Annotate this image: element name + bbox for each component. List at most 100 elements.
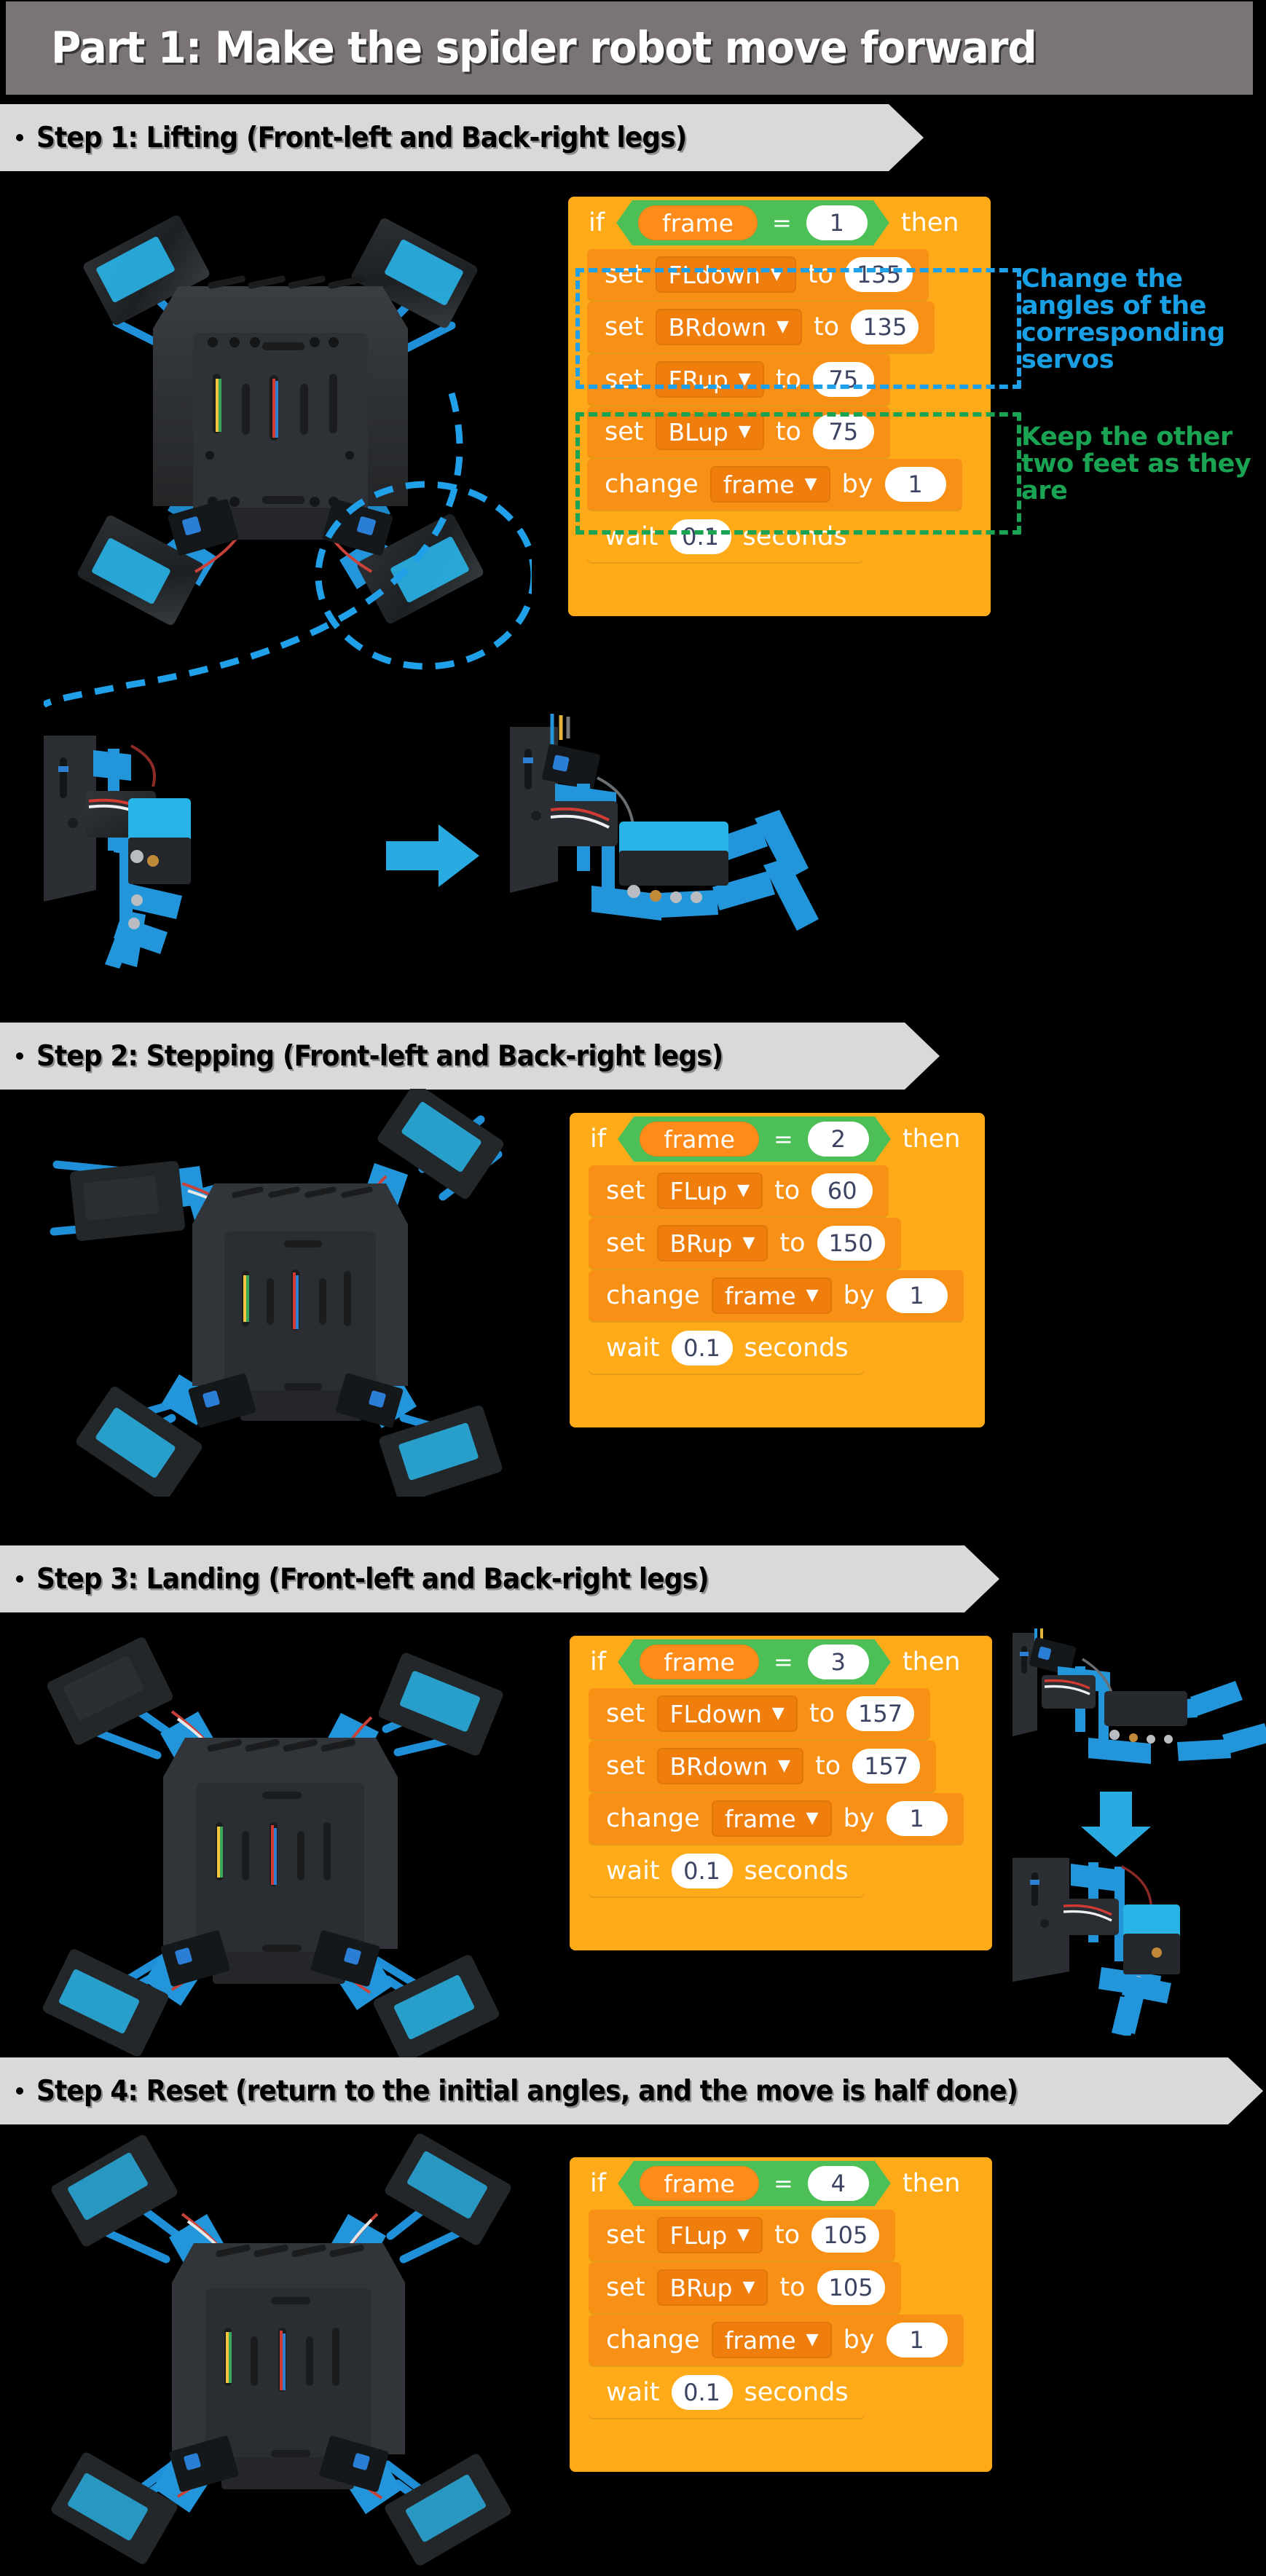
set-block-brup[interactable]: set BRup ▼ to 150 <box>589 1218 901 1269</box>
if-block-1[interactable]: if frame = 1 then set FLdown ▼ to 135 se… <box>568 197 991 616</box>
wait-block[interactable]: wait 0.1 seconds <box>589 1846 865 1896</box>
chevron-down-icon: ▼ <box>778 1757 791 1775</box>
if-block-2-footer <box>570 1375 985 1427</box>
if-block-1-footer <box>568 564 991 616</box>
servo-name: FLdown <box>669 1699 762 1728</box>
equals-operator-3[interactable]: frame = 3 <box>618 1639 891 1685</box>
photo-spider-top-landing <box>22 1631 532 2068</box>
by-keyword: by <box>843 2325 875 2355</box>
to-keyword: to <box>774 1176 801 1205</box>
servo-dropdown-fldown[interactable]: FLdown ▼ <box>656 1695 798 1732</box>
variable-frame[interactable]: frame <box>640 1645 759 1679</box>
set-block-flup[interactable]: set FLup ▼ to 105 <box>589 2210 896 2261</box>
servo-name: BRup <box>669 2273 733 2302</box>
change-block-frame[interactable]: change frame ▼ by 1 <box>589 1270 964 1321</box>
change-block-frame[interactable]: change frame ▼ by 1 <box>589 1793 964 1844</box>
then-keyword: then <box>902 1124 961 1154</box>
seconds-label: seconds <box>744 1856 849 1886</box>
photo-leg-closeup-before <box>44 728 357 969</box>
step-banner-2: Step 2: Stepping (Front-left and Back-ri… <box>0 1023 940 1090</box>
wait-verb: wait <box>606 1856 660 1886</box>
angle-input-flup[interactable]: 105 <box>811 2218 880 2253</box>
if-keyword: if <box>590 1124 607 1154</box>
servo-dropdown-flup[interactable]: FLup ▼ <box>656 1173 763 1209</box>
photo-spider-top-reset <box>29 2134 539 2571</box>
if-block-3-body: set FLdown ▼ to 157 set BRdown ▼ to 157 … <box>589 1688 992 1898</box>
frame-value-input[interactable]: 4 <box>808 2166 869 2201</box>
chevron-down-icon: ▼ <box>737 1181 750 1200</box>
variable-dropdown-frame[interactable]: frame ▼ <box>711 1800 832 1837</box>
by-keyword: by <box>843 1281 875 1310</box>
change-verb: change <box>606 1281 700 1310</box>
change-amount-input[interactable]: 1 <box>886 2323 948 2358</box>
script-step-2[interactable]: if frame = 2 then set FLup ▼ to 60 set B… <box>570 1113 985 1427</box>
seconds-label: seconds <box>744 1334 849 1363</box>
step-banner-4-label: Step 4: Reset (return to the initial ang… <box>36 2074 1018 2108</box>
if-block-3-header: if frame = 3 then <box>570 1636 992 1688</box>
equals-operator-4[interactable]: frame = 4 <box>618 2161 891 2206</box>
variable-dropdown-frame[interactable]: frame ▼ <box>711 1277 832 1314</box>
set-block-fldown[interactable]: set FLdown ▼ to 157 <box>589 1688 931 1739</box>
if-block-2-body: set FLup ▼ to 60 set BRup ▼ to 150 chang… <box>589 1165 985 1375</box>
wait-block[interactable]: wait 0.1 seconds <box>589 1323 865 1374</box>
step-banner-3-label: Step 3: Landing (Front-left and Back-rig… <box>36 1562 709 1596</box>
script-step-4[interactable]: if frame = 4 then set FLup ▼ to 105 set <box>570 2157 992 2472</box>
operator-symbol: = <box>774 2170 793 2197</box>
script-step-1[interactable]: if frame = 1 then set FLdown ▼ to 135 se… <box>568 197 991 616</box>
equals-operator-1[interactable]: frame = 1 <box>616 200 889 245</box>
if-block-3[interactable]: if frame = 3 then set FLdown ▼ to 157 se… <box>570 1636 992 1950</box>
page-title: Part 1: Make the spider robot move forwa… <box>51 23 1037 74</box>
wait-seconds-input[interactable]: 0.1 <box>671 1854 733 1888</box>
frame-value-input[interactable]: 3 <box>808 1645 869 1679</box>
chevron-down-icon: ▼ <box>806 1286 819 1304</box>
angle-input-brup[interactable]: 150 <box>817 1226 885 1261</box>
change-amount-input[interactable]: 1 <box>886 1278 948 1313</box>
set-verb: set <box>606 2273 645 2302</box>
chevron-down-icon: ▼ <box>742 1234 755 1252</box>
highlight-box-keep-feet <box>575 412 1021 535</box>
equals-operator-2[interactable]: frame = 2 <box>618 1116 891 1162</box>
photo-spider-top-stepping <box>44 1089 539 1497</box>
angle-input-brup[interactable]: 105 <box>817 2270 885 2305</box>
wait-block[interactable]: wait 0.1 seconds <box>589 2367 865 2418</box>
operator-symbol: = <box>772 209 792 237</box>
set-block-brdown[interactable]: set BRdown ▼ to 157 <box>589 1741 937 1792</box>
chevron-down-icon: ▼ <box>806 2331 819 2349</box>
angle-input-fldown[interactable]: 157 <box>846 1696 915 1731</box>
angle-input-brdown[interactable]: 157 <box>852 1749 921 1784</box>
if-block-2[interactable]: if frame = 2 then set FLup ▼ to 60 set B… <box>570 1113 985 1427</box>
wait-seconds-input[interactable]: 0.1 <box>671 1331 733 1366</box>
set-block-brup[interactable]: set BRup ▼ to 105 <box>589 2262 901 2313</box>
servo-dropdown-brup[interactable]: BRup ▼ <box>656 1225 768 1261</box>
variable-name: frame <box>724 1804 796 1833</box>
variable-dropdown-frame[interactable]: frame ▼ <box>711 2322 832 2358</box>
servo-dropdown-brdown[interactable]: BRdown ▼ <box>656 1748 804 1784</box>
wait-verb: wait <box>606 1334 660 1363</box>
servo-dropdown-brup[interactable]: BRup ▼ <box>656 2269 768 2306</box>
bullet-icon <box>16 1052 23 1060</box>
script-step-3[interactable]: if frame = 3 then set FLdown ▼ to 157 se… <box>570 1636 992 1950</box>
set-verb: set <box>606 1229 645 1258</box>
variable-frame[interactable]: frame <box>640 2166 759 2201</box>
servo-name: FLup <box>669 1176 728 1205</box>
angle-input-flup[interactable]: 60 <box>811 1173 873 1208</box>
if-block-4[interactable]: if frame = 4 then set FLup ▼ to 105 set <box>570 2157 992 2472</box>
then-keyword: then <box>900 208 959 237</box>
variable-frame[interactable]: frame <box>638 205 758 240</box>
servo-name: FLup <box>669 2221 728 2250</box>
servo-dropdown-flup[interactable]: FLup ▼ <box>656 2217 763 2253</box>
frame-value-input[interactable]: 1 <box>806 205 868 240</box>
servo-name: BRdown <box>669 1752 768 1781</box>
set-block-flup[interactable]: set FLup ▼ to 60 <box>589 1165 889 1216</box>
then-keyword: then <box>902 2169 961 2198</box>
change-block-frame[interactable]: change frame ▼ by 1 <box>589 2315 964 2366</box>
variable-name: frame <box>724 1281 796 1310</box>
variable-frame[interactable]: frame <box>640 1122 759 1157</box>
step-banner-3: Step 3: Landing (Front-left and Back-rig… <box>0 1545 999 1612</box>
then-keyword: then <box>902 1647 961 1677</box>
chevron-down-icon: ▼ <box>737 2226 750 2244</box>
frame-value-input[interactable]: 2 <box>808 1122 869 1157</box>
change-amount-input[interactable]: 1 <box>886 1801 948 1836</box>
annotation-change-angles: Change the angles of the corresponding s… <box>1021 264 1225 375</box>
wait-seconds-input[interactable]: 0.1 <box>671 2375 733 2410</box>
